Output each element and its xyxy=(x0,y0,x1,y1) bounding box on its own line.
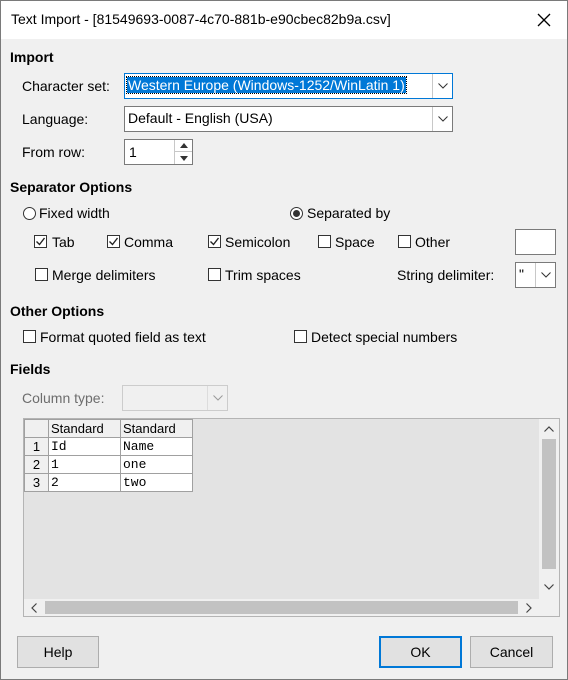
help-button[interactable]: Help xyxy=(17,636,99,668)
window-title: Text Import - [81549693-0087-4c70-881b-e… xyxy=(11,11,391,27)
separated-by-label: Separated by xyxy=(307,205,391,221)
fixed-width-label: Fixed width xyxy=(39,205,110,221)
cancel-button-label: Cancel xyxy=(489,644,534,660)
spin-down-button[interactable] xyxy=(175,152,192,164)
chevron-down-icon xyxy=(437,83,448,89)
check-icon xyxy=(210,237,220,246)
tab-label: Tab xyxy=(52,234,75,250)
import-heading: Import xyxy=(10,49,54,65)
table-cell: two xyxy=(120,473,193,492)
scroll-up-button[interactable] xyxy=(539,419,559,439)
scroll-corner xyxy=(539,599,559,616)
merge-delimiters-label: Merge delimiters xyxy=(52,267,156,283)
table-header-row: Standard Standard xyxy=(24,419,193,438)
detect-special-label: Detect special numbers xyxy=(311,329,458,345)
spin-up-button[interactable] xyxy=(175,140,192,152)
scroll-down-button[interactable] xyxy=(539,577,559,597)
other-label: Other xyxy=(415,234,451,250)
string-delimiter-dropdown-button[interactable] xyxy=(535,263,555,287)
corner-cell xyxy=(24,419,49,438)
horizontal-scrollbar[interactable] xyxy=(24,599,539,616)
from-row-spinner[interactable]: 1 xyxy=(124,139,193,165)
semicolon-checkbox[interactable] xyxy=(208,235,221,248)
trim-spaces-label: Trim spaces xyxy=(225,267,301,283)
string-delimiter-select[interactable]: " xyxy=(515,262,556,288)
detect-special-checkbox[interactable] xyxy=(294,330,307,343)
text-import-dialog: Text Import - [81549693-0087-4c70-881b-e… xyxy=(0,0,568,680)
string-delimiter-label: String delimiter: xyxy=(397,267,495,283)
trim-spaces-checkbox[interactable] xyxy=(208,268,221,281)
check-icon xyxy=(109,237,119,246)
merge-delimiters-checkbox[interactable] xyxy=(35,268,48,281)
language-value: Default - English (USA) xyxy=(128,110,273,126)
row-number: 2 xyxy=(24,455,49,474)
ok-button[interactable]: OK xyxy=(379,636,462,668)
row-number: 1 xyxy=(24,437,49,456)
table-cell: 2 xyxy=(48,473,121,492)
column-header[interactable]: Standard xyxy=(120,419,193,438)
charset-dropdown-button[interactable] xyxy=(432,74,452,98)
vertical-scrollbar[interactable] xyxy=(539,419,559,601)
table-cell: Name xyxy=(120,437,193,456)
radio-selected-dot xyxy=(293,210,300,217)
help-button-label: Help xyxy=(43,644,73,660)
format-quoted-checkbox[interactable] xyxy=(23,330,36,343)
table-cell: 1 xyxy=(48,455,121,474)
close-icon xyxy=(537,13,551,27)
chevron-down-icon xyxy=(437,116,448,122)
string-delimiter-value: " xyxy=(519,266,524,282)
ok-button-label: OK xyxy=(410,644,431,660)
row-number: 3 xyxy=(24,473,49,492)
space-label: Space xyxy=(335,234,375,250)
column-header[interactable]: Standard xyxy=(48,419,121,438)
comma-label: Comma xyxy=(124,234,174,250)
close-button[interactable] xyxy=(521,1,567,39)
table-cell: one xyxy=(120,455,193,474)
format-quoted-label: Format quoted field as text xyxy=(40,329,206,345)
chevron-left-icon xyxy=(31,602,37,613)
column-type-dropdown-button[interactable] xyxy=(207,386,227,410)
fixed-width-radio[interactable] xyxy=(23,207,36,220)
horizontal-scroll-thumb[interactable] xyxy=(45,601,518,614)
preview-table: Standard Standard 1 Id Name 2 1 one 3 2 … xyxy=(24,419,193,492)
column-type-label: Column type: xyxy=(22,390,105,406)
preview-grid[interactable]: Standard Standard 1 Id Name 2 1 one 3 2 … xyxy=(23,418,560,617)
scroll-left-button[interactable] xyxy=(24,599,44,616)
comma-checkbox[interactable] xyxy=(107,235,120,248)
title-bar: Text Import - [81549693-0087-4c70-881b-e… xyxy=(1,1,567,39)
table-cell: Id xyxy=(48,437,121,456)
chevron-down-icon xyxy=(540,272,551,278)
other-separator-input[interactable] xyxy=(515,229,556,255)
scroll-right-button[interactable] xyxy=(519,599,539,616)
fields-heading: Fields xyxy=(10,361,51,377)
vertical-scroll-thumb[interactable] xyxy=(542,439,556,569)
semicolon-label: Semicolon xyxy=(225,234,291,250)
separator-heading: Separator Options xyxy=(10,179,133,195)
separated-by-radio[interactable] xyxy=(290,207,303,220)
table-row: 3 2 two xyxy=(24,473,193,492)
check-icon xyxy=(36,237,46,246)
chevron-down-icon xyxy=(544,584,554,590)
from-row-value: 1 xyxy=(129,144,137,160)
chevron-down-icon xyxy=(212,395,223,401)
cancel-button[interactable]: Cancel xyxy=(470,636,553,668)
language-label: Language: xyxy=(22,111,89,127)
language-dropdown-button[interactable] xyxy=(432,107,452,131)
from-row-label: From row: xyxy=(22,144,85,160)
table-row: 1 Id Name xyxy=(24,437,193,456)
arrow-down-icon xyxy=(179,155,188,161)
column-type-select[interactable] xyxy=(122,385,228,411)
chevron-right-icon xyxy=(526,602,532,613)
charset-label: Character set: xyxy=(22,78,110,94)
other-checkbox[interactable] xyxy=(398,235,411,248)
other-options-heading: Other Options xyxy=(10,303,105,319)
tab-checkbox[interactable] xyxy=(34,235,47,248)
charset-select[interactable]: Western Europe (Windows-1252/WinLatin 1) xyxy=(124,73,453,99)
language-select[interactable]: Default - English (USA) xyxy=(124,106,453,132)
space-checkbox[interactable] xyxy=(318,235,331,248)
chevron-up-icon xyxy=(544,426,554,432)
charset-value: Western Europe (Windows-1252/WinLatin 1) xyxy=(126,76,407,94)
arrow-up-icon xyxy=(179,143,188,148)
table-row: 2 1 one xyxy=(24,455,193,474)
